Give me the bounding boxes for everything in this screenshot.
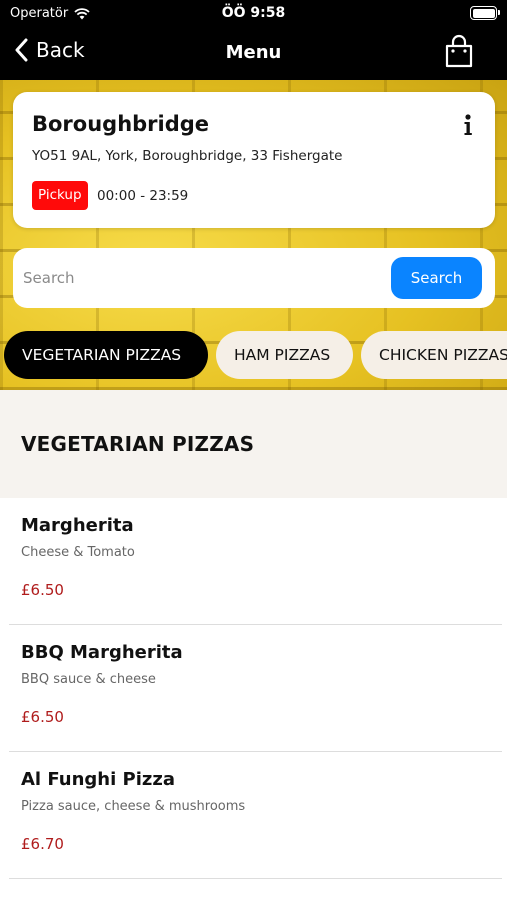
item-price: £6.50 — [21, 581, 64, 599]
status-time: ÖÖ 9:58 — [221, 5, 286, 21]
page-title: Menu — [225, 42, 282, 63]
menu-item[interactable]: Margherita Cheese & Tomato £6.50 — [0, 498, 507, 625]
menu-item[interactable]: Al Funghi Pizza Pizza sauce, cheese & mu… — [0, 752, 507, 879]
navigation-bar: Back Menu — [0, 30, 507, 76]
shopping-bag-icon[interactable] — [445, 34, 473, 68]
item-description: Pizza sauce, cheese & mushrooms — [21, 799, 246, 814]
top-bar: Operatör ÖÖ 9:58 Back Menu — [0, 0, 507, 80]
menu-item[interactable]: BBQ Margherita BBQ sauce & cheese £6.50 — [0, 625, 507, 752]
tab-chicken-pizzas[interactable]: CHICKEN PIZZAS — [361, 331, 507, 379]
battery-icon — [470, 6, 500, 20]
item-description: Cheese & Tomato — [21, 545, 135, 560]
item-name: Margherita — [21, 515, 134, 536]
status-bar: Operatör ÖÖ 9:58 — [0, 0, 507, 28]
section-title: VEGETARIAN PIZZAS — [21, 432, 255, 456]
tab-vegetarian-pizzas[interactable]: VEGETARIAN PIZZAS — [4, 331, 208, 379]
info-icon[interactable] — [463, 114, 473, 136]
tab-ham-pizzas[interactable]: HAM PIZZAS — [216, 331, 353, 379]
pickup-badge: Pickup — [32, 181, 88, 210]
menu-item-list: Margherita Cheese & Tomato £6.50 BBQ Mar… — [0, 498, 507, 879]
store-address: YO51 9AL, York, Boroughbridge, 33 Fisher… — [32, 148, 343, 164]
store-card: Boroughbridge YO51 9AL, York, Boroughbri… — [13, 92, 495, 228]
item-description: BBQ sauce & cheese — [21, 672, 156, 687]
store-hero: Boroughbridge YO51 9AL, York, Boroughbri… — [0, 80, 507, 390]
store-name: Boroughbridge — [32, 112, 210, 136]
item-name: BBQ Margherita — [21, 642, 183, 663]
item-price: £6.50 — [21, 708, 64, 726]
search-button[interactable]: Search — [391, 257, 482, 299]
item-price: £6.70 — [21, 835, 64, 853]
section-header: VEGETARIAN PIZZAS — [0, 390, 507, 498]
search-input[interactable] — [23, 258, 383, 298]
category-tabs: VEGETARIAN PIZZAS HAM PIZZAS CHICKEN PIZ… — [0, 330, 507, 382]
search-bar: Search — [13, 248, 495, 308]
opening-hours: 00:00 - 23:59 — [97, 188, 189, 204]
item-name: Al Funghi Pizza — [21, 769, 175, 790]
divider — [9, 878, 502, 879]
